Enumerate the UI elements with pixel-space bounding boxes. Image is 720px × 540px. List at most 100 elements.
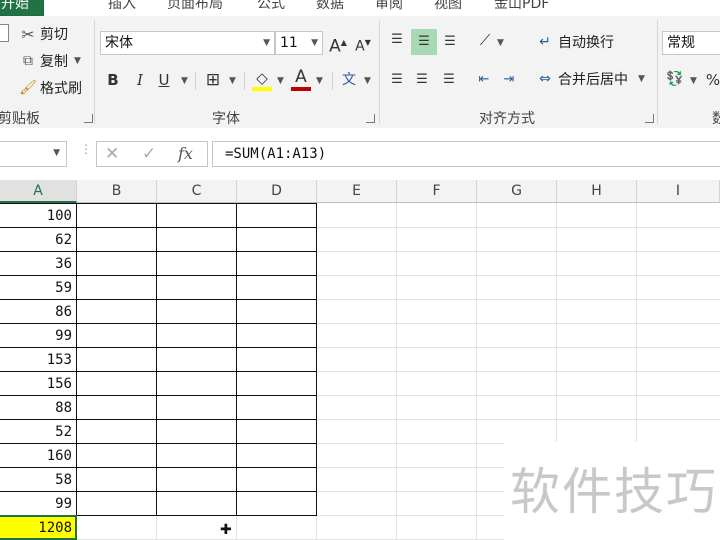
- number-group-label: 数: [712, 111, 720, 127]
- cell-a1[interactable]: 100: [0, 204, 72, 228]
- borders-icon[interactable]: ⊞: [202, 69, 224, 91]
- tab-home[interactable]: 开始: [0, 0, 44, 16]
- clipboard-dialog-launcher-icon[interactable]: [84, 114, 93, 123]
- group-divider: [94, 20, 95, 124]
- increase-indent-icon[interactable]: ⇥: [498, 69, 520, 91]
- copy-button[interactable]: ⧉ 复制 ▼: [18, 51, 81, 71]
- tab-data[interactable]: 数据: [316, 0, 344, 13]
- number-format-select[interactable]: 常规: [662, 31, 720, 55]
- format-painter-button[interactable]: 🖌 格式刷: [18, 78, 82, 98]
- merge-center-label: 合并后居中: [558, 72, 628, 88]
- chevron-down-icon[interactable]: ▼: [53, 148, 60, 158]
- chevron-down-icon[interactable]: ▼: [277, 76, 284, 86]
- chevron-down-icon[interactable]: ▼: [316, 76, 323, 86]
- column-gridline: [396, 203, 397, 540]
- align-middle-icon[interactable]: ☰: [411, 29, 437, 55]
- fill-color-bucket-icon[interactable]: ◇: [251, 67, 273, 89]
- chevron-down-icon[interactable]: ▼: [497, 38, 504, 48]
- tab-page-layout[interactable]: 页面布局: [167, 0, 223, 13]
- percent-style-button[interactable]: %: [702, 69, 720, 91]
- enter-icon[interactable]: ✓: [142, 144, 156, 164]
- merge-cells-icon: ⇔: [539, 71, 551, 87]
- column-header-h[interactable]: H: [557, 180, 637, 203]
- increase-font-size-button[interactable]: A▲: [327, 32, 349, 57]
- alignment-group-label: 对齐方式: [479, 111, 535, 127]
- divider: [244, 72, 245, 90]
- cell-cursor-icon: ✚: [220, 522, 232, 538]
- cell-a14-sum[interactable]: 1208: [0, 516, 72, 540]
- column-header-g[interactable]: G: [477, 180, 557, 203]
- align-right-icon[interactable]: ☰: [438, 69, 460, 91]
- cell-a8[interactable]: 156: [0, 372, 72, 396]
- format-painter-label: 格式刷: [40, 81, 82, 97]
- font-size-value: 11: [280, 35, 298, 51]
- chevron-down-icon[interactable]: ▼: [364, 76, 371, 86]
- increase-font-icon: A: [329, 36, 341, 57]
- font-dialog-launcher-icon[interactable]: [366, 114, 375, 123]
- font-size-select[interactable]: 11 ▼: [275, 31, 323, 55]
- text-orientation-icon[interactable]: ⟋: [474, 29, 496, 51]
- font-color-swatch: [291, 87, 311, 91]
- cut-button[interactable]: ✂ 剪切: [18, 24, 68, 44]
- paste-icon[interactable]: [0, 24, 9, 42]
- chevron-down-icon: ▼: [311, 38, 318, 48]
- alignment-dialog-launcher-icon[interactable]: [645, 114, 654, 123]
- decrease-font-icon: A: [355, 38, 365, 55]
- chevron-down-icon[interactable]: ▼: [229, 76, 236, 86]
- chevron-down-icon: ▼: [263, 38, 270, 48]
- tab-kingsoft-pdf[interactable]: 金山PDF: [494, 0, 549, 13]
- column-header-a[interactable]: A: [0, 180, 77, 203]
- formula-input[interactable]: =SUM(A1:A13): [212, 141, 720, 167]
- column-header-i[interactable]: I: [637, 180, 720, 203]
- chevron-down-icon[interactable]: ▼: [74, 56, 81, 66]
- tab-formulas[interactable]: 公式: [257, 0, 285, 13]
- cell-a10[interactable]: 52: [0, 420, 72, 444]
- align-center-icon[interactable]: ☰: [411, 69, 433, 91]
- chevron-down-icon[interactable]: ▼: [638, 74, 645, 84]
- align-top-icon[interactable]: ☰: [386, 29, 408, 51]
- chevron-down-icon[interactable]: ▼: [181, 76, 188, 86]
- column-header-c[interactable]: C: [157, 180, 237, 203]
- table-border-line: [236, 203, 237, 516]
- wrap-text-button[interactable]: ↵ 自动换行: [535, 32, 614, 52]
- align-left-icon[interactable]: ☰: [386, 69, 408, 91]
- bold-button[interactable]: B: [102, 69, 124, 91]
- cell-a12[interactable]: 58: [0, 468, 72, 492]
- cancel-icon[interactable]: ✕: [105, 144, 119, 164]
- cell-a4[interactable]: 59: [0, 276, 72, 300]
- tab-view[interactable]: 视图: [434, 0, 462, 13]
- ribbon-tab-bar: 开始 插入 页面布局 公式 数据 审阅 视图 金山PDF: [0, 0, 720, 17]
- cell-a11[interactable]: 160: [0, 444, 72, 468]
- cell-a9[interactable]: 88: [0, 396, 72, 420]
- decrease-font-size-button[interactable]: A▼: [352, 32, 374, 55]
- chevron-down-icon[interactable]: ▼: [690, 76, 697, 86]
- divider: [195, 72, 196, 90]
- cell-a13[interactable]: 99: [0, 492, 72, 516]
- merge-center-button[interactable]: ⇔ 合并后居中 ▼: [535, 69, 645, 89]
- cell-a7[interactable]: 153: [0, 348, 72, 372]
- cell-a5[interactable]: 86: [0, 300, 72, 324]
- column-header-e[interactable]: E: [317, 180, 397, 203]
- phonetic-guide-icon[interactable]: 文: [338, 69, 360, 91]
- column-header-b[interactable]: B: [77, 180, 157, 203]
- formula-bar-grip-icon[interactable]: ⋮: [80, 143, 92, 155]
- font-name-select[interactable]: 宋体 ▼: [100, 31, 275, 55]
- cell-a2[interactable]: 62: [0, 228, 72, 252]
- tab-review[interactable]: 审阅: [375, 0, 403, 13]
- column-header-d[interactable]: D: [237, 180, 317, 203]
- underline-button[interactable]: U: [153, 69, 175, 91]
- decrease-indent-icon[interactable]: ⇤: [473, 69, 495, 91]
- accounting-format-icon[interactable]: 💱: [664, 68, 686, 90]
- scissors-icon: ✂: [21, 24, 35, 44]
- italic-button[interactable]: I: [129, 69, 151, 91]
- group-divider: [657, 20, 658, 124]
- cell-a6[interactable]: 99: [0, 324, 72, 348]
- tab-insert[interactable]: 插入: [108, 0, 136, 13]
- insert-function-icon[interactable]: fx: [178, 144, 193, 163]
- copy-icon: ⧉: [23, 53, 33, 69]
- font-color-button[interactable]: A: [290, 66, 312, 88]
- cell-a3[interactable]: 36: [0, 252, 72, 276]
- name-box[interactable]: ▼: [0, 141, 67, 167]
- align-bottom-icon[interactable]: ☰: [439, 31, 461, 53]
- column-header-f[interactable]: F: [397, 180, 477, 203]
